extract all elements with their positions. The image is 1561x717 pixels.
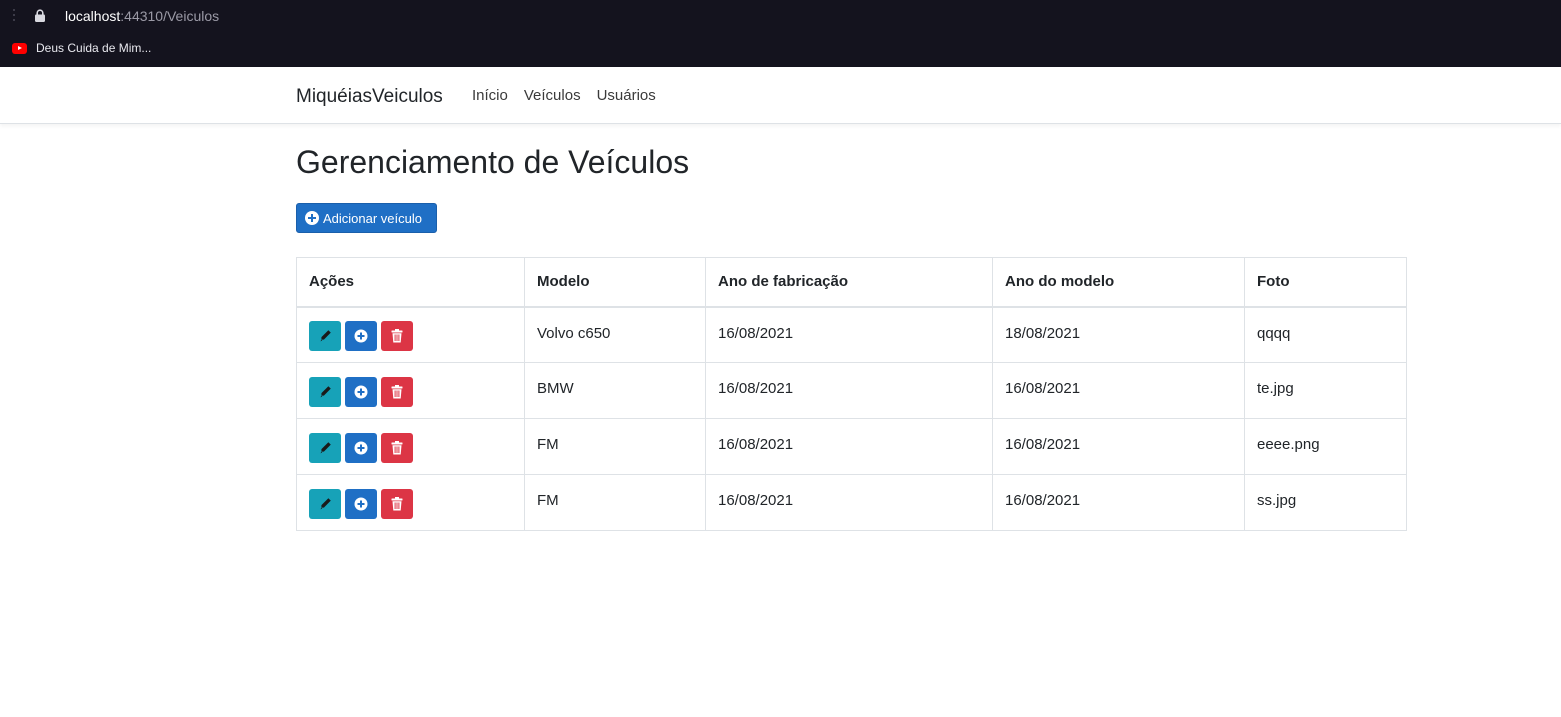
table-row: FM 16/08/2021 16/08/2021 eeee.png bbox=[296, 418, 1407, 475]
cell-ano-modelo: 16/08/2021 bbox=[992, 362, 1245, 419]
lock-icon[interactable] bbox=[34, 9, 46, 22]
table-header-row: Ações Modelo Ano de fabricação Ano do mo… bbox=[296, 257, 1407, 308]
cell-ano-modelo: 16/08/2021 bbox=[992, 418, 1245, 475]
site-info-icon[interactable] bbox=[11, 9, 17, 23]
delete-button[interactable] bbox=[381, 320, 413, 351]
bookmark-label: Deus Cuida de Mim... bbox=[36, 40, 152, 55]
header-modelo: Modelo bbox=[524, 257, 706, 308]
plus-circle-icon bbox=[354, 385, 368, 399]
cell-foto: te.jpg bbox=[1244, 362, 1407, 419]
actions-cell bbox=[296, 418, 525, 475]
cell-modelo: Volvo c650 bbox=[524, 306, 706, 363]
pencil-icon bbox=[319, 497, 332, 510]
header-acoes: Ações bbox=[296, 257, 525, 308]
nav-link-veiculos[interactable]: Veículos bbox=[524, 87, 581, 105]
actions-cell bbox=[296, 362, 525, 419]
header-foto: Foto bbox=[1244, 257, 1407, 308]
actions-cell bbox=[296, 474, 525, 531]
plus-circle-icon bbox=[354, 497, 368, 511]
add-vehicle-button-label: Adicionar veículo bbox=[323, 210, 422, 226]
address-bar[interactable]: localhost:44310/Veiculos bbox=[0, 0, 1561, 32]
cell-modelo: FM bbox=[524, 474, 706, 531]
youtube-icon bbox=[12, 42, 27, 54]
trash-icon bbox=[391, 440, 403, 455]
page-title: Gerenciamento de Veículos bbox=[296, 144, 690, 180]
bookmark-item[interactable]: Deus Cuida de Mim... bbox=[12, 40, 151, 56]
pencil-icon bbox=[319, 385, 332, 398]
details-button[interactable] bbox=[345, 320, 377, 351]
url-host: localhost bbox=[65, 8, 121, 24]
browser-chrome: localhost:44310/Veiculos Deus Cuida de M… bbox=[0, 0, 1561, 67]
plus-circle-icon bbox=[354, 441, 368, 455]
navbar-brand[interactable]: MiquéiasVeiculos bbox=[296, 86, 443, 108]
edit-button[interactable] bbox=[309, 376, 341, 407]
cell-ano-fabricacao: 16/08/2021 bbox=[705, 362, 993, 419]
details-button[interactable] bbox=[345, 432, 377, 463]
table-row: Volvo c650 16/08/2021 18/08/2021 qqqq bbox=[296, 306, 1407, 363]
vehicles-table: Ações Modelo Ano de fabricação Ano do mo… bbox=[296, 257, 1407, 531]
nav-link-inicio[interactable]: Início bbox=[472, 87, 508, 105]
edit-button[interactable] bbox=[309, 488, 341, 519]
cell-foto: qqqq bbox=[1244, 306, 1407, 363]
delete-button[interactable] bbox=[381, 488, 413, 519]
cell-ano-modelo: 16/08/2021 bbox=[992, 474, 1245, 531]
actions-cell bbox=[296, 306, 525, 363]
url-path: :44310/Veiculos bbox=[120, 8, 220, 24]
cell-ano-fabricacao: 16/08/2021 bbox=[705, 306, 993, 363]
cell-ano-fabricacao: 16/08/2021 bbox=[705, 474, 993, 531]
url-text[interactable]: localhost:44310/Veiculos bbox=[65, 8, 219, 25]
cell-modelo: FM bbox=[524, 418, 706, 475]
edit-button[interactable] bbox=[309, 320, 341, 351]
header-ano-modelo: Ano do modelo bbox=[992, 257, 1245, 308]
edit-button[interactable] bbox=[309, 432, 341, 463]
table-row: BMW 16/08/2021 16/08/2021 te.jpg bbox=[296, 362, 1407, 419]
delete-button[interactable] bbox=[381, 376, 413, 407]
trash-icon bbox=[391, 384, 403, 399]
nav-links: Início Veículos Usuários bbox=[472, 87, 672, 105]
trash-icon bbox=[391, 328, 403, 343]
pencil-icon bbox=[319, 329, 332, 342]
cell-ano-fabricacao: 16/08/2021 bbox=[705, 418, 993, 475]
plus-circle-icon bbox=[354, 329, 368, 343]
cell-modelo: BMW bbox=[524, 362, 706, 419]
header-ano-fabricacao: Ano de fabricação bbox=[705, 257, 993, 308]
trash-icon bbox=[391, 496, 403, 511]
nav-link-usuarios[interactable]: Usuários bbox=[597, 87, 656, 105]
delete-button[interactable] bbox=[381, 432, 413, 463]
pencil-icon bbox=[319, 441, 332, 454]
details-button[interactable] bbox=[345, 488, 377, 519]
table-row: FM 16/08/2021 16/08/2021 ss.jpg bbox=[296, 474, 1407, 531]
cell-foto: ss.jpg bbox=[1244, 474, 1407, 531]
details-button[interactable] bbox=[345, 376, 377, 407]
plus-circle-icon bbox=[305, 211, 319, 225]
cell-ano-modelo: 18/08/2021 bbox=[992, 306, 1245, 363]
cell-foto: eeee.png bbox=[1244, 418, 1407, 475]
navbar: MiquéiasVeiculos Início Veículos Usuário… bbox=[0, 67, 1561, 124]
add-vehicle-button[interactable]: Adicionar veículo bbox=[296, 203, 437, 233]
